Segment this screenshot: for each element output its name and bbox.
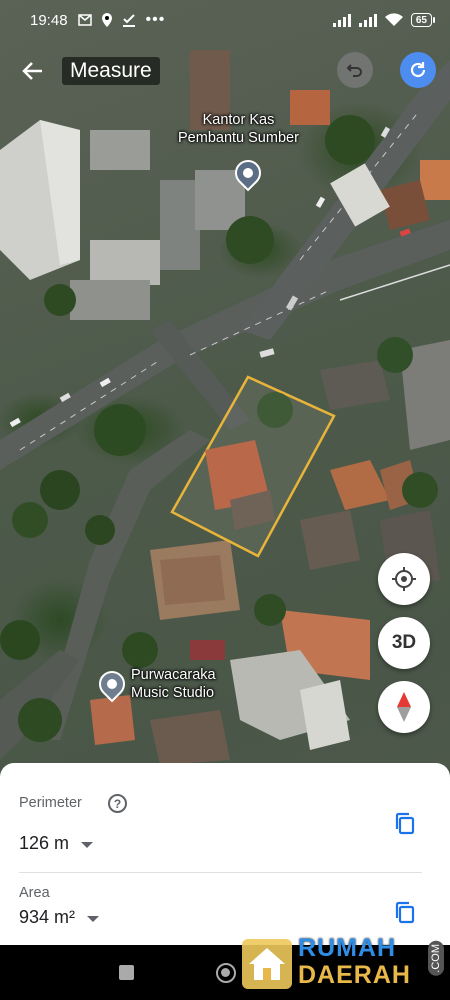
battery-indicator: 65 (410, 13, 436, 27)
perimeter-unit-dropdown[interactable]: 126 m (19, 833, 94, 854)
gmail-icon (77, 14, 92, 26)
undo-button[interactable] (337, 52, 373, 88)
redo-button[interactable] (400, 52, 436, 88)
3d-toggle-button[interactable]: 3D (378, 617, 430, 669)
perimeter-value: 126 m (19, 833, 70, 853)
undo-icon (346, 64, 362, 77)
recents-button[interactable] (119, 965, 134, 980)
signal-icon-2 (358, 13, 377, 27)
area-label: Area (19, 885, 50, 901)
my-location-button[interactable] (378, 553, 430, 605)
back-button[interactable] (18, 56, 48, 86)
measurement-sheet: Perimeter ? 126 m Area 934 m² (0, 763, 450, 945)
my-location-icon (392, 567, 416, 591)
area-value: 934 m² (19, 907, 76, 927)
place-label-purwacaraka[interactable]: Purwacaraka Music Studio (131, 666, 216, 702)
place-label-purwa-line2: Music Studio (131, 685, 215, 701)
copy-icon (395, 901, 415, 924)
compass-button[interactable] (378, 681, 430, 733)
watermark-logo: RUMAH DAERAH .COM (242, 933, 444, 993)
location-icon (101, 13, 112, 27)
perimeter-label: Perimeter (19, 795, 82, 811)
copy-perimeter-button[interactable] (392, 811, 418, 837)
copy-icon (395, 812, 415, 835)
back-arrow-icon (22, 62, 42, 80)
place-label-kantor[interactable]: Kantor Kas Pembantu Sumber (178, 111, 299, 147)
more-icon: ••• (145, 11, 166, 28)
caret-down-icon (81, 841, 94, 848)
divider (19, 872, 422, 873)
clock: 19:48 (30, 11, 68, 29)
download-done-icon (122, 13, 136, 27)
area-unit-dropdown[interactable]: 934 m² (19, 907, 100, 928)
watermark-line1: RUMAH (298, 934, 397, 962)
help-icon[interactable]: ? (108, 794, 127, 813)
page-title: Measure (62, 57, 160, 85)
watermark-suffix: .COM (428, 941, 444, 976)
status-bar: 19:48 ••• 65 (0, 0, 450, 40)
compass-icon (397, 692, 411, 722)
copy-area-button[interactable] (392, 900, 418, 926)
top-app-bar: Measure (0, 46, 450, 96)
place-label-kantor-line1: Kantor Kas (202, 112, 275, 128)
wifi-icon (384, 13, 403, 27)
signal-icon-1 (332, 13, 351, 27)
watermark-line2: DAERAH (298, 961, 411, 989)
house-icon (242, 939, 292, 989)
caret-down-icon (87, 915, 100, 922)
redo-icon (410, 62, 426, 78)
place-label-purwa-line1: Purwacaraka (131, 667, 216, 683)
home-button[interactable] (216, 963, 236, 983)
place-label-kantor-line2: Pembantu Sumber (178, 130, 299, 146)
